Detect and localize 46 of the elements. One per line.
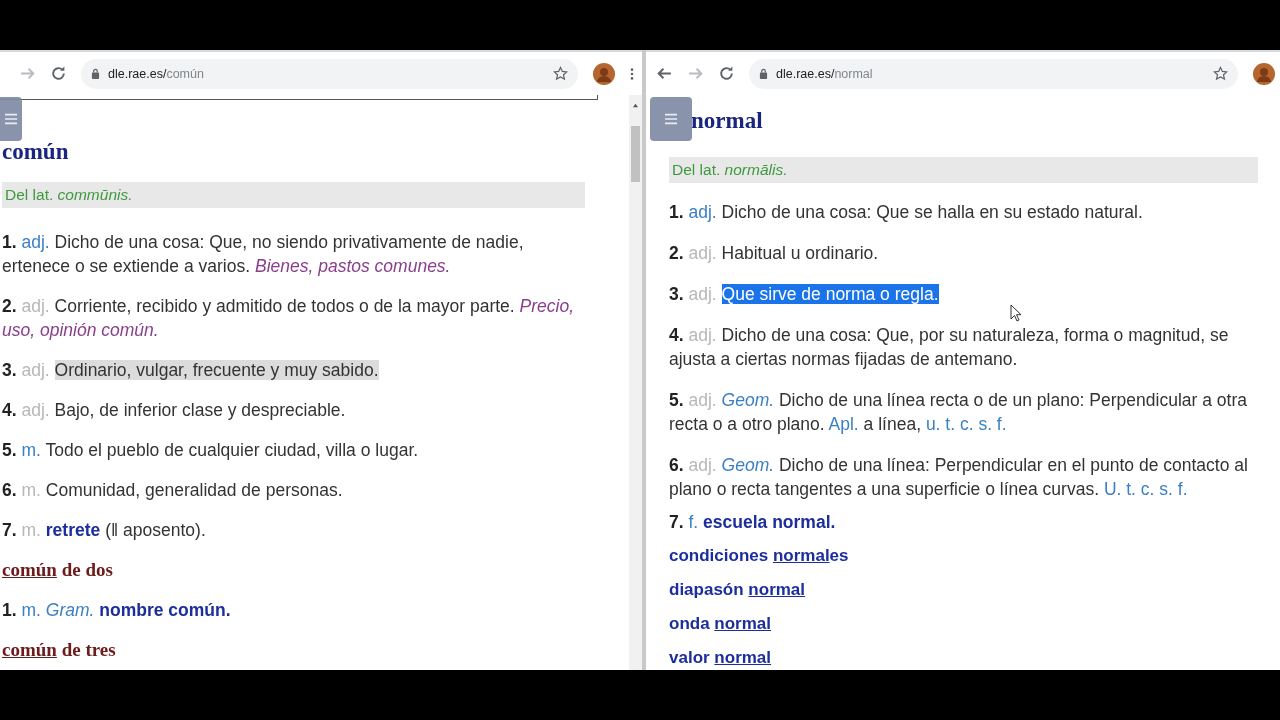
sense-definition: 5. m. Todo el pueblo de cualquier ciudad, villa o lugar. bbox=[2, 439, 420, 462]
address-bar[interactable]: dle.rae.es/normal bbox=[749, 58, 1238, 89]
sense-definition: 2. adj. Corriente, recibido y admitido de todos o de la mayor parte. Precio, uso, opinión común. bbox=[2, 295, 576, 342]
word-link[interactable]: nombre común. bbox=[99, 600, 231, 620]
sense-definition: 4. adj. Dicho de una cosa: Que, por su naturaleza, forma o magnitud, se ajusta a ciertas normas fijadas de antemano. bbox=[669, 324, 1230, 371]
scroll-up-icon[interactable] bbox=[632, 103, 639, 108]
address-bar[interactable]: dle.rae.es/común bbox=[81, 58, 578, 89]
star-icon[interactable] bbox=[553, 66, 568, 81]
sense-definition: 3. adj. Que sirve de norma o regla. bbox=[669, 283, 940, 306]
menu-icon bbox=[664, 113, 678, 125]
etymology-bar: Del lat. commūnis. bbox=[2, 182, 585, 208]
sense-definition: 3. adj. Ordinario, vulgar, frecuente y muy sabido. bbox=[2, 359, 380, 382]
phrase-link[interactable]: onda normal bbox=[669, 612, 1258, 636]
mouse-pointer-icon bbox=[1010, 304, 1022, 322]
entry-title: normal bbox=[691, 107, 763, 135]
sense-definition: 1. m. Gram. nombre común. bbox=[2, 599, 232, 622]
phrase-link[interactable]: diapasón normal bbox=[669, 578, 1258, 602]
more-icon[interactable] bbox=[630, 66, 634, 81]
sense-definition: 2. adj. Habitual u ordinario. bbox=[669, 242, 880, 265]
scrollbar[interactable] bbox=[629, 95, 642, 670]
star-icon[interactable] bbox=[1213, 66, 1228, 81]
subentry-heading[interactable]: común de dos bbox=[2, 558, 585, 582]
sense-definition: 6. m. Comunidad, generalidad de personas. bbox=[2, 479, 344, 502]
subentry-heading[interactable]: común de tres bbox=[2, 638, 585, 662]
reload-icon[interactable] bbox=[718, 65, 735, 82]
menu-icon bbox=[4, 113, 18, 125]
lock-icon bbox=[91, 68, 100, 79]
entry-title: común bbox=[2, 138, 69, 166]
sense-definition: 1. adj. Dicho de una cosa: Que, no siendo privativamente de nadie, ertenece o se extiende a varios. Bienes, pastos comunes. bbox=[2, 231, 525, 278]
sense-definition: 7. f. escuela normal. bbox=[669, 511, 837, 534]
avatar-icon[interactable] bbox=[1252, 61, 1276, 86]
reload-icon[interactable] bbox=[50, 65, 67, 82]
word-link[interactable]: retrete bbox=[45, 520, 101, 540]
sense-definition: 4. adj. Bajo, de inferior clase y despreciable. bbox=[2, 399, 347, 422]
back-icon[interactable] bbox=[656, 65, 673, 82]
avatar-icon[interactable] bbox=[592, 61, 616, 86]
lock-icon bbox=[759, 68, 768, 79]
phrase-link[interactable]: valor normal bbox=[669, 646, 1258, 670]
word-link[interactable]: escuela normal. bbox=[703, 512, 836, 532]
scrollbar-thumb[interactable] bbox=[631, 126, 640, 182]
sense-definition: 5. adj. Geom. Dicho de una línea recta o de un plano: Perpendicular a otra recta o a otro plano. Apl. a línea, u. t. c. s. f. bbox=[669, 389, 1248, 436]
etymology-bar: Del lat. normālis. bbox=[669, 157, 1258, 183]
sense-definition: 6. adj. Geom. Dicho de una línea: Perpendicular en el punto de contacto al plano o recta tangentes a una superficie o línea curvas. U. t. c. s. f. bbox=[669, 454, 1249, 501]
phrase-link[interactable]: condiciones normales bbox=[669, 544, 1258, 568]
sense-definition: 1. adj. Dicho de una cosa: Que se halla en su estado natural. bbox=[669, 201, 1144, 224]
sense-definition: 7. m. retrete (ǁ aposento). bbox=[2, 519, 207, 542]
